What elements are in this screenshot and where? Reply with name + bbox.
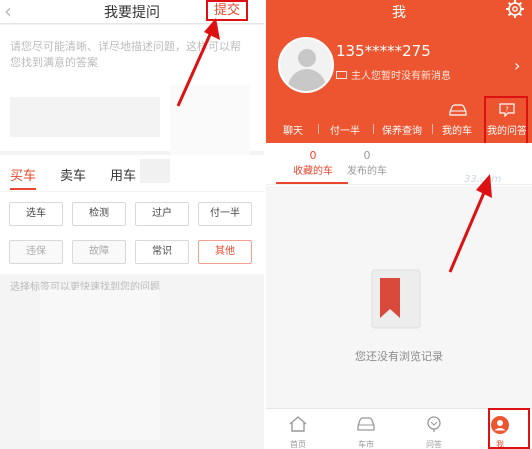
blurred-region bbox=[140, 159, 170, 183]
blurred-region bbox=[10, 97, 160, 137]
car-icon bbox=[449, 104, 467, 116]
menu-chat[interactable]: 聊天 bbox=[270, 100, 316, 143]
ask-question-screen: ‹ 我要提问 提交 请您尽可能清晰、详尽地描述问题，这样可以帮您找到满意的答案 … bbox=[0, 0, 264, 449]
tab-sell-car[interactable]: 卖车 bbox=[60, 165, 86, 184]
tag-transfer[interactable]: 过户 bbox=[135, 202, 189, 226]
tab-use-car[interactable]: 用车 bbox=[110, 165, 136, 184]
active-tab-indicator bbox=[10, 188, 36, 190]
tag-violation[interactable]: 违保 bbox=[9, 240, 63, 264]
avatar-body bbox=[288, 69, 326, 91]
menu-maintenance-query[interactable]: 保养查询 bbox=[374, 100, 430, 143]
nav-label: 问答 bbox=[426, 440, 442, 449]
active-tab-indicator bbox=[276, 182, 348, 184]
menu-label: 我的车 bbox=[442, 126, 472, 137]
category-tabs: 买车 卖车 用车 bbox=[0, 155, 264, 191]
nav-car-market[interactable]: 车市 bbox=[336, 409, 396, 449]
page-title: 我 bbox=[392, 5, 406, 21]
me-screen: 我 135*****275 主人您暂时没有新消息 › 聊天 付一半 保养查询 我… bbox=[266, 0, 532, 449]
highlight-box bbox=[488, 408, 530, 449]
tag-pay-half[interactable]: 付一半 bbox=[198, 202, 252, 226]
red-arrow-icon bbox=[448, 174, 492, 273]
tab-published-cars[interactable]: 0 发布的车 bbox=[332, 149, 402, 177]
user-phone: 135*****275 bbox=[336, 42, 431, 60]
tab-count: 0 bbox=[363, 149, 371, 162]
nav-label: 首页 bbox=[290, 440, 306, 449]
chevron-right-icon[interactable]: › bbox=[514, 56, 520, 75]
home-icon bbox=[289, 416, 307, 432]
menu-label: 保养查询 bbox=[382, 126, 422, 137]
menu-separator bbox=[432, 124, 433, 134]
tab-label: 发布的车 bbox=[347, 166, 387, 177]
menu-pay-half[interactable]: 付一半 bbox=[320, 100, 370, 143]
tab-label: 收藏的车 bbox=[293, 166, 333, 177]
envelope-icon bbox=[336, 71, 347, 79]
tag-grid: 选车 检测 过户 付一半 违保 故障 常识 其他 bbox=[0, 192, 264, 274]
user-message-text: 主人您暂时没有新消息 bbox=[351, 71, 451, 82]
menu-label: 付一半 bbox=[330, 126, 360, 137]
nav-home[interactable]: 首页 bbox=[268, 409, 328, 449]
tag-inspection[interactable]: 检测 bbox=[72, 202, 126, 226]
tag-fault[interactable]: 故障 bbox=[72, 240, 126, 264]
tab-buy-car[interactable]: 买车 bbox=[10, 165, 36, 184]
tag-choose-car[interactable]: 选车 bbox=[9, 202, 63, 226]
car-icon bbox=[357, 417, 375, 431]
tag-common-sense[interactable]: 常识 bbox=[135, 240, 189, 264]
gear-icon[interactable] bbox=[504, 0, 526, 20]
menu-my-car[interactable]: 我的车 bbox=[434, 100, 480, 143]
avatar-head bbox=[298, 49, 316, 67]
empty-state-text: 您还没有浏览记录 bbox=[355, 350, 443, 363]
avatar[interactable] bbox=[278, 37, 334, 93]
lightbulb-icon bbox=[427, 416, 441, 432]
tag-other[interactable]: 其他 bbox=[198, 240, 252, 264]
bookmark-icon bbox=[371, 269, 421, 329]
red-arrow-icon bbox=[176, 18, 220, 107]
nav-label: 车市 bbox=[358, 440, 374, 449]
menu-label: 聊天 bbox=[283, 126, 303, 137]
user-message: 主人您暂时没有新消息 bbox=[336, 67, 451, 82]
blurred-region bbox=[40, 290, 160, 440]
menu-separator bbox=[318, 124, 319, 134]
nav-qa[interactable]: 问答 bbox=[404, 409, 464, 449]
